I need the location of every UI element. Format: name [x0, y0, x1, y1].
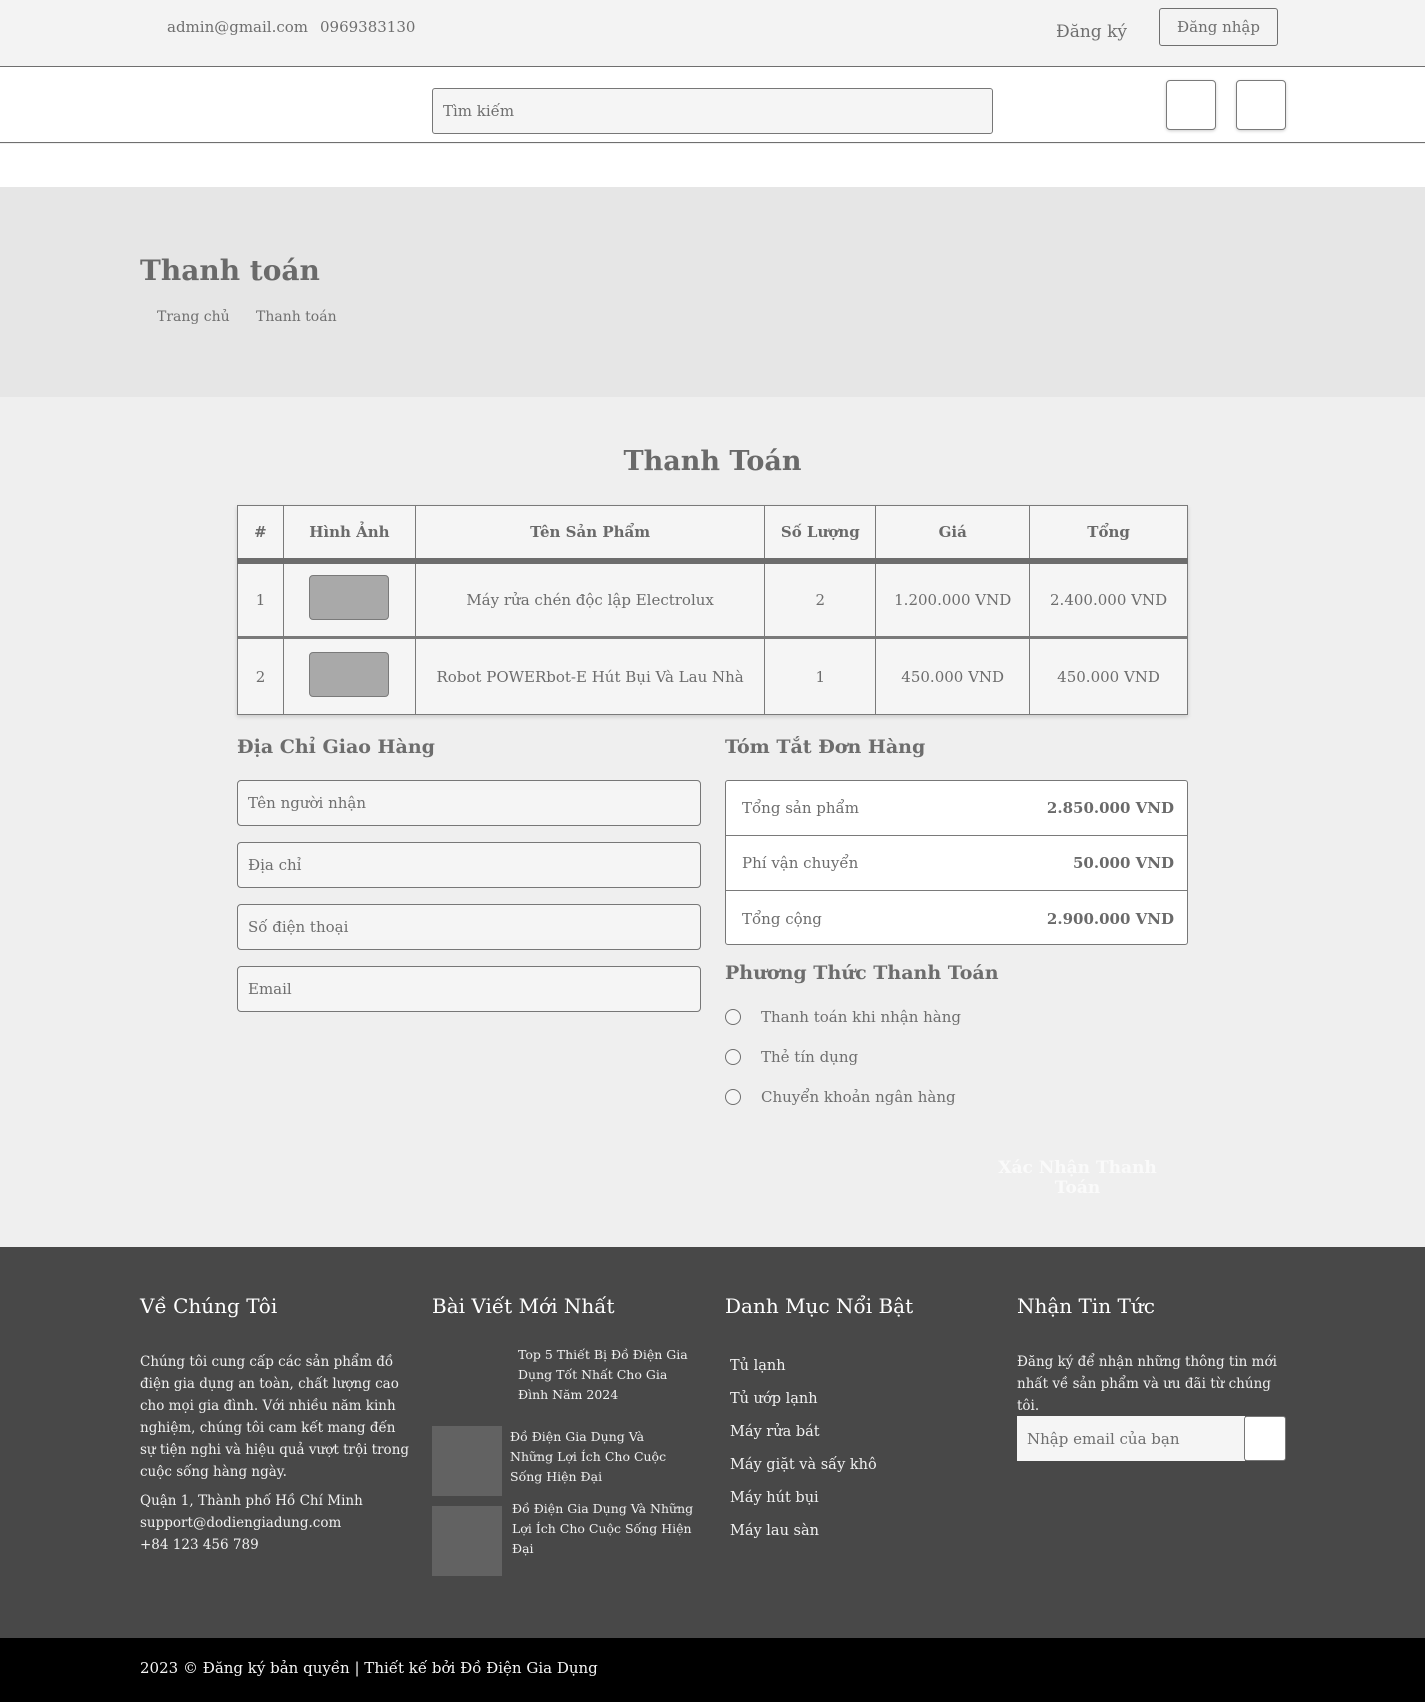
email-field[interactable]: [237, 966, 701, 1012]
summary-label: Phí vận chuyển: [742, 854, 859, 872]
footer-about-text: Chúng tôi cung cấp các sản phẩm đồ điện …: [140, 1354, 410, 1480]
summary-row-shipping: Phí vận chuyển 50.000 VND: [726, 836, 1187, 891]
payment-option-label: Thanh toán khi nhận hàng: [761, 1008, 962, 1026]
summary-value: 50.000 VND: [1073, 854, 1174, 872]
footer-phone: +84 123 456 789: [140, 1537, 259, 1553]
radio-button[interactable]: [725, 1009, 741, 1025]
product-thumbnail[interactable]: [309, 575, 390, 621]
summary-row-total: Tổng cộng 2.900.000 VND: [726, 891, 1187, 946]
payment-option-credit-card[interactable]: Thẻ tín dụng: [725, 1048, 858, 1066]
post-thumbnail[interactable]: [432, 1506, 502, 1576]
category-link[interactable]: Máy lau sàn: [730, 1523, 819, 1539]
register-link[interactable]: Đăng ký: [1056, 22, 1127, 42]
footer-categories-heading: Danh Mục Nổi Bật: [725, 1294, 914, 1318]
col-price: Giá: [875, 505, 1031, 564]
payment-option-bank-transfer[interactable]: Chuyển khoản ngân hàng: [725, 1088, 956, 1106]
table-header-row: # Hình Ảnh Tên Sản Phẩm Số Lượng Giá Tổn…: [237, 505, 1188, 564]
product-name: Máy rửa chén độc lập Electrolux: [414, 560, 766, 638]
radio-button[interactable]: [725, 1089, 741, 1105]
row-index: 2: [237, 636, 284, 715]
product-total: 2.400.000 VND: [1029, 560, 1188, 638]
phone-field[interactable]: [237, 904, 701, 950]
row-index: 1: [237, 560, 284, 638]
nav-strip: [0, 144, 1425, 187]
address-field[interactable]: [237, 842, 701, 888]
col-quantity: Số Lượng: [764, 505, 877, 564]
breadcrumb-current: Thanh toán: [256, 309, 337, 325]
post-link[interactable]: Top 5 Thiết Bị Đồ Điện Gia Dụng Tốt Nhất…: [518, 1345, 698, 1405]
footer-newsletter-heading: Nhận Tin Tức: [1017, 1294, 1155, 1318]
summary-label: Tổng sản phẩm: [742, 799, 859, 817]
radio-button[interactable]: [725, 1049, 741, 1065]
payment-method-heading: Phương Thức Thanh Toán: [725, 962, 999, 984]
newsletter-email-input[interactable]: [1017, 1416, 1245, 1461]
breadcrumb-home[interactable]: Trang chủ: [157, 309, 230, 325]
footer-contact: Quận 1, Thành phố Hồ Chí Minh support@do…: [140, 1490, 363, 1556]
product-quantity: 1: [764, 636, 877, 715]
summary-label: Tổng cộng: [742, 909, 822, 928]
footer-address: Quận 1, Thành phố Hồ Chí Minh: [140, 1493, 363, 1509]
footer-about-heading: Về Chúng Tôi: [140, 1294, 278, 1318]
copyright-text: 2023 © Đăng ký bản quyền | Thiết kế bởi …: [140, 1659, 598, 1677]
product-image-cell: [282, 560, 416, 638]
newsletter-submit-button[interactable]: [1244, 1416, 1286, 1461]
page-title: Thanh toán: [140, 254, 320, 287]
payment-option-cod[interactable]: Thanh toán khi nhận hàng: [725, 1008, 961, 1026]
col-image: Hình Ảnh: [282, 505, 416, 564]
footer-posts-heading: Bài Viết Mới Nhất: [432, 1294, 615, 1318]
summary-value: 2.850.000 VND: [1046, 799, 1174, 817]
col-total: Tổng: [1029, 505, 1188, 564]
table-row: 2 Robot POWERbot-E Hút Bụi Và Lau Nhà 1 …: [237, 636, 1188, 715]
order-summary-heading: Tóm Tắt Đơn Hàng: [725, 736, 926, 758]
recipient-name-field[interactable]: [237, 780, 701, 826]
contact-email: admin@gmail.com: [167, 18, 309, 36]
product-price: 450.000 VND: [875, 636, 1031, 715]
product-name: Robot POWERbot-E Hút Bụi Và Lau Nhà: [414, 636, 766, 715]
contact-phone: 0969383130: [320, 18, 416, 36]
summary-value: 2.900.000 VND: [1046, 909, 1174, 928]
order-summary: Tổng sản phẩm 2.850.000 VND Phí vận chuy…: [725, 780, 1188, 945]
product-thumbnail[interactable]: [309, 652, 390, 697]
search-input[interactable]: [432, 88, 993, 134]
post-thumbnail[interactable]: [432, 1426, 502, 1496]
payment-option-label: Chuyển khoản ngân hàng: [761, 1088, 956, 1106]
login-button[interactable]: Đăng nhập: [1159, 8, 1278, 46]
post-link[interactable]: Đồ Điện Gia Dụng Và Những Lợi Ích Cho Cu…: [512, 1499, 702, 1559]
shipping-address-heading: Địa Chỉ Giao Hàng: [237, 736, 435, 758]
col-index: #: [237, 505, 284, 564]
newsletter-text: Đăng ký để nhận những thông tin mới nhất…: [1017, 1354, 1277, 1414]
user-icon[interactable]: [1236, 80, 1286, 130]
product-total: 450.000 VND: [1029, 636, 1188, 715]
post-link[interactable]: Đồ Điện Gia Dụng Và Những Lợi Ích Cho Cu…: [510, 1427, 690, 1487]
category-link[interactable]: Máy rửa bát: [730, 1424, 820, 1440]
page-banner: [0, 187, 1425, 397]
summary-row-subtotal: Tổng sản phẩm 2.850.000 VND: [726, 781, 1187, 836]
payment-option-label: Thẻ tín dụng: [761, 1048, 859, 1066]
cart-icon[interactable]: [1166, 80, 1216, 130]
checkout-title: Thanh Toán: [623, 446, 802, 477]
table-row: 1 Máy rửa chén độc lập Electrolux 2 1.20…: [237, 560, 1188, 638]
category-link[interactable]: Tủ ướp lạnh: [730, 1391, 818, 1407]
confirm-payment-button[interactable]: Xác Nhận Thanh Toán: [980, 1158, 1175, 1198]
product-image-cell: [282, 636, 416, 715]
footer-email: support@dodiengiadung.com: [140, 1515, 342, 1531]
category-link[interactable]: Máy hút bụi: [730, 1490, 819, 1506]
product-price: 1.200.000 VND: [875, 560, 1031, 638]
product-quantity: 2: [764, 560, 877, 638]
cart-table: # Hình Ảnh Tên Sản Phẩm Số Lượng Giá Tổn…: [237, 505, 1188, 715]
category-link[interactable]: Máy giặt và sấy khô: [730, 1457, 877, 1473]
col-product-name: Tên Sản Phẩm: [414, 505, 766, 564]
category-link[interactable]: Tủ lạnh: [730, 1358, 786, 1374]
